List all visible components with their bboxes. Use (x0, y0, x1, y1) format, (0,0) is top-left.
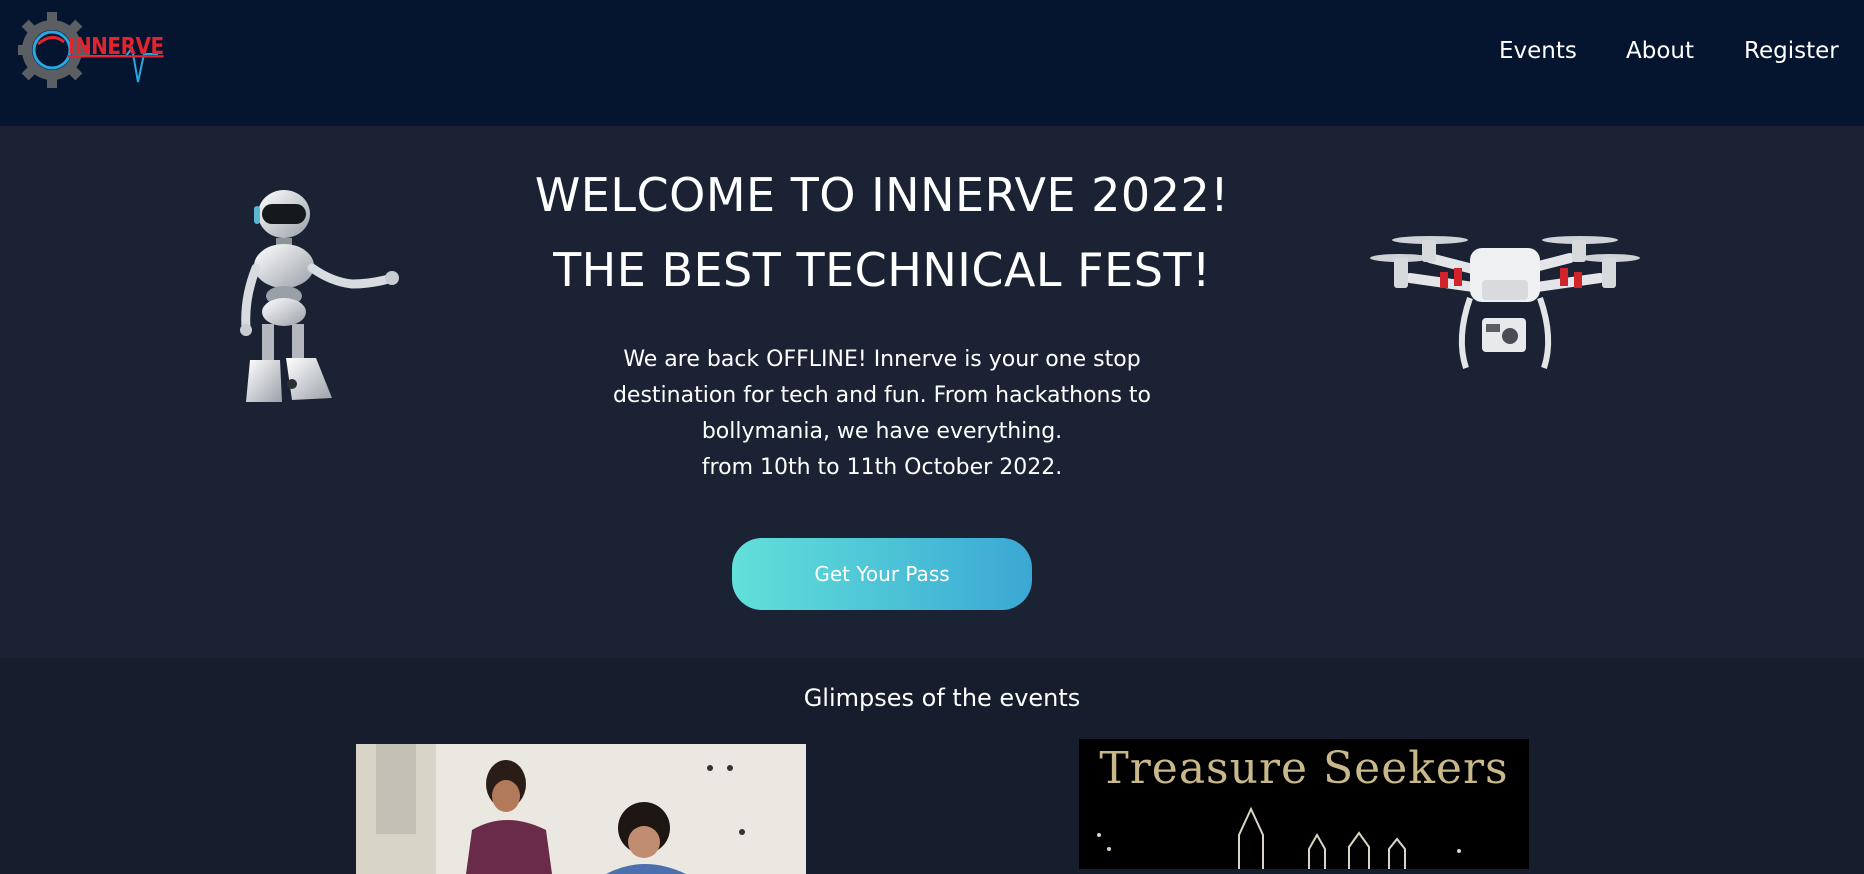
innerve-logo[interactable]: INNERVE (14, 10, 174, 92)
glimpses-section: Glimpses of the events Treasure Seekers (0, 658, 1864, 874)
nav-about-link[interactable]: About (1626, 38, 1694, 64)
castle-silhouette-icon (1097, 806, 1461, 869)
nav-register-link[interactable]: Register (1744, 38, 1839, 64)
glimpses-title: Glimpses of the events (803, 684, 1081, 712)
hero-dates: from 10th to 11th October 2022. (701, 455, 1063, 480)
top-navbar: INNERVE Events About Register (0, 0, 1864, 126)
hero-section: WELCOME TO INNERVE 2022! THE BEST TECHNI… (0, 126, 1864, 658)
nav-events-link[interactable]: Events (1499, 38, 1577, 64)
event-photo-treasure-seekers: Treasure Seekers (1079, 739, 1529, 869)
hero-description: We are back OFFLINE! Innerve is your one… (612, 347, 1152, 444)
logo-text: INNERVE (68, 32, 164, 60)
event-photo-illustration (356, 744, 806, 874)
event-photo-coding (356, 744, 806, 874)
get-your-pass-button[interactable]: Get Your Pass (732, 538, 1032, 610)
hero-title-line-1: WELCOME TO INNERVE 2022! (534, 168, 1230, 222)
drone-illustration (1370, 236, 1640, 369)
